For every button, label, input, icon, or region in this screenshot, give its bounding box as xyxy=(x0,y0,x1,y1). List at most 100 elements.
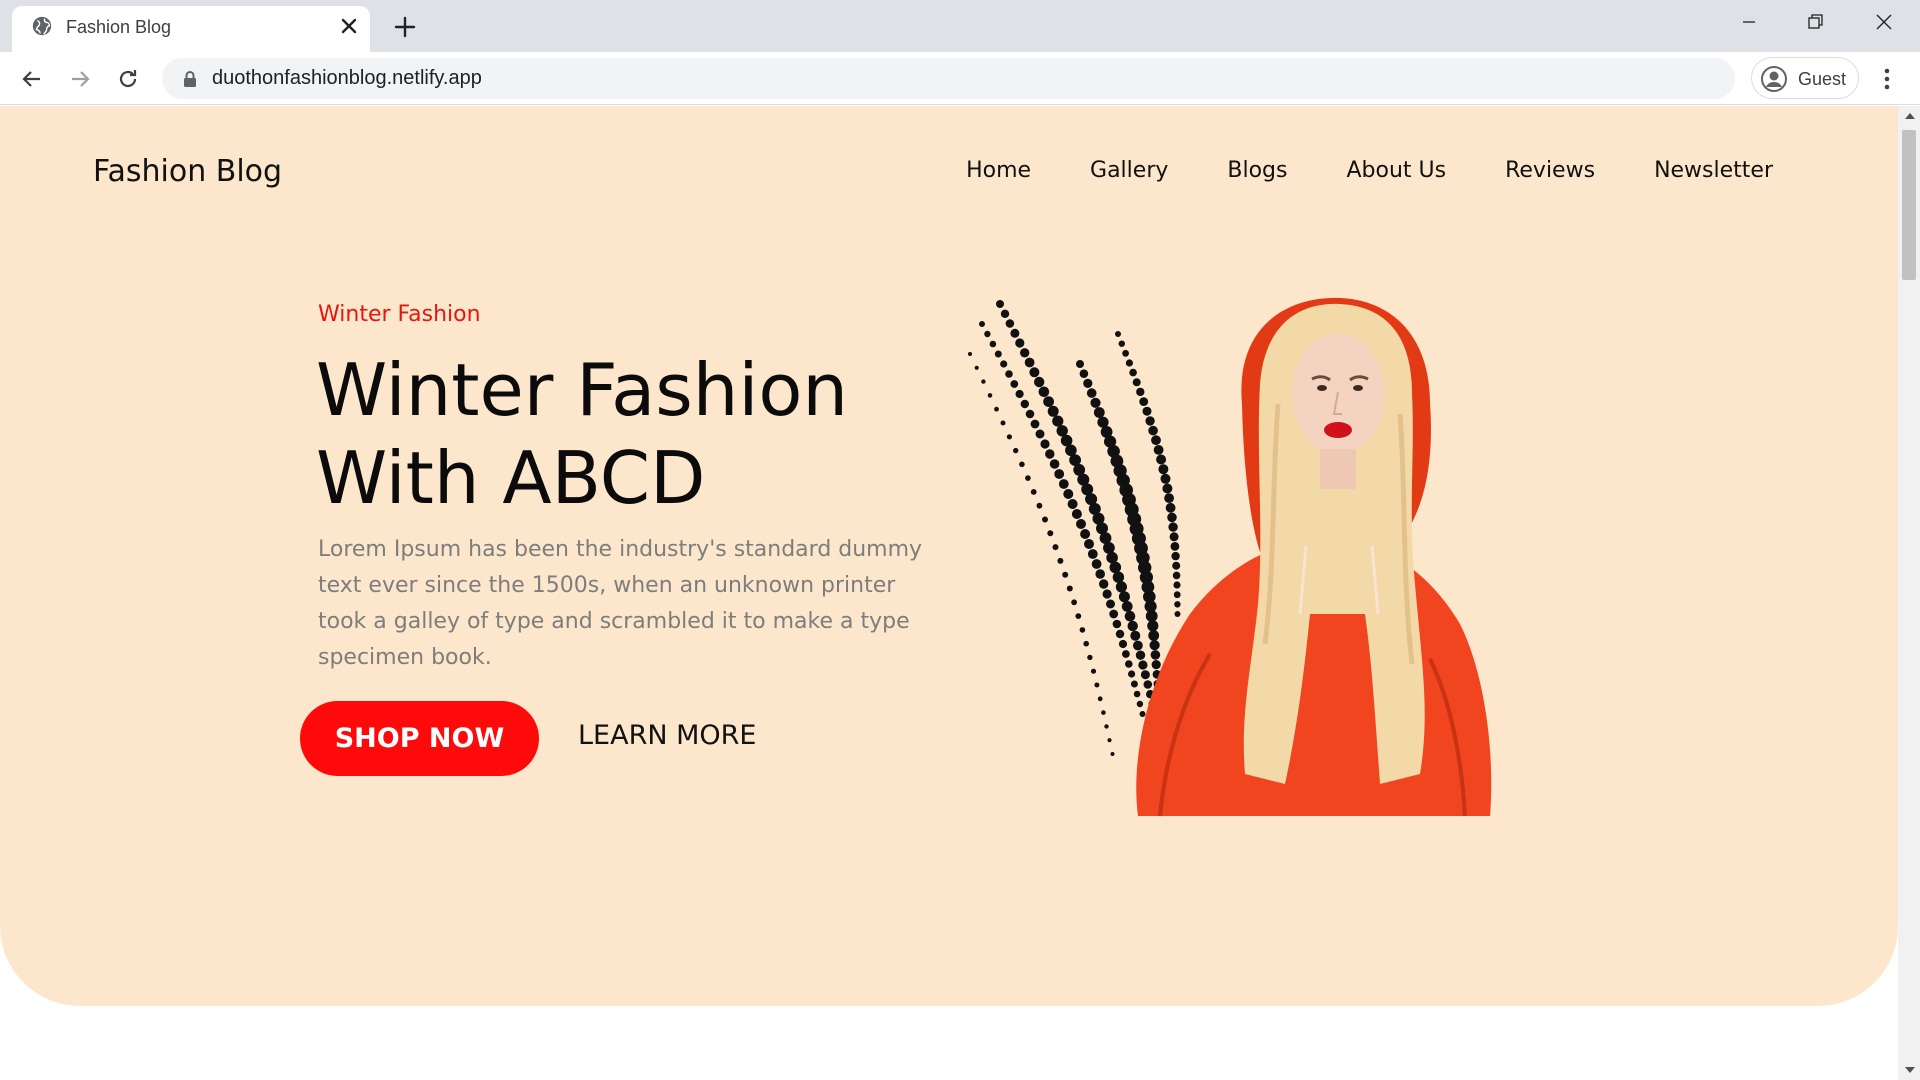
streak-dot xyxy=(1015,389,1024,399)
streak-dot xyxy=(1087,549,1098,559)
profile-label: Guest xyxy=(1798,69,1847,89)
close-icon xyxy=(1876,14,1892,30)
streak-dot xyxy=(1005,319,1015,328)
model-figure xyxy=(1136,297,1492,817)
streak-dot xyxy=(1143,680,1153,689)
streak-dot xyxy=(1040,439,1050,449)
address-bar[interactable]: duothonfashionblog.netlify.app xyxy=(162,58,1735,99)
streak-dot xyxy=(1020,399,1029,409)
streak-dot xyxy=(994,350,1002,358)
streak-dot xyxy=(1151,435,1161,446)
streak-dot xyxy=(1112,619,1122,629)
streak-dot xyxy=(1148,425,1158,436)
streak-dot xyxy=(1090,668,1097,674)
streak-dot xyxy=(1173,591,1181,599)
streak-dot xyxy=(1172,561,1181,570)
streak-dot xyxy=(1147,620,1159,632)
streak-dot xyxy=(1133,690,1141,698)
scroll-down-arrow-icon[interactable] xyxy=(1905,1067,1915,1073)
lock-icon[interactable] xyxy=(182,70,198,88)
plus-icon[interactable] xyxy=(390,12,420,42)
browser-toolbar: duothonfashionblog.netlify.app Guest xyxy=(0,52,1920,105)
nav-about-us[interactable]: About Us xyxy=(1346,158,1446,183)
browser-tab-strip: Fashion Blog xyxy=(0,0,1920,52)
page-scrollbar[interactable] xyxy=(1898,106,1920,1080)
streak-dot xyxy=(1030,489,1037,495)
streak-dot xyxy=(1136,700,1144,708)
streak-dot xyxy=(1029,367,1040,378)
streak-dot xyxy=(1005,370,1013,378)
streak-dot xyxy=(1043,396,1054,407)
streak-dot xyxy=(1115,331,1121,337)
streak-dot xyxy=(1010,328,1020,338)
account-icon xyxy=(1761,66,1787,92)
profile-button[interactable]: Guest xyxy=(1751,57,1859,99)
streak-dot xyxy=(1165,502,1176,513)
nav-home[interactable]: Home xyxy=(966,158,1031,183)
streak-dot xyxy=(1052,415,1064,427)
hero-model-image xyxy=(968,297,1492,817)
streak-dot xyxy=(1109,609,1119,619)
nav-reviews[interactable]: Reviews xyxy=(1505,158,1595,183)
streak-dot xyxy=(1024,357,1035,368)
streak-dot xyxy=(1125,359,1133,367)
streak-dot xyxy=(1084,539,1094,549)
streak-dot xyxy=(1034,376,1045,388)
streak-dot xyxy=(1013,447,1019,454)
streak-dot xyxy=(1138,660,1148,670)
streak-dot xyxy=(1145,416,1155,426)
site-logo[interactable]: Fashion Blog xyxy=(93,154,282,189)
back-button[interactable] xyxy=(18,65,46,93)
learn-more-button[interactable]: LEARN MORE xyxy=(578,720,756,751)
scroll-up-arrow-icon[interactable] xyxy=(1905,113,1915,119)
scroll-thumb[interactable] xyxy=(1902,130,1916,280)
close-window-button[interactable] xyxy=(1862,8,1906,36)
streak-dot xyxy=(1000,420,1006,426)
hero-headline-line2: With ABCD xyxy=(316,436,706,520)
streak-dot xyxy=(1169,532,1179,542)
streak-dot xyxy=(1130,630,1141,641)
streak-dot xyxy=(1086,388,1097,398)
streak-dot xyxy=(1132,378,1141,387)
restore-button[interactable] xyxy=(1794,8,1838,36)
browser-tab-active[interactable]: Fashion Blog xyxy=(12,6,370,52)
close-icon[interactable] xyxy=(337,14,361,38)
dotted-streaks-decoration xyxy=(968,300,1181,756)
streak-dot xyxy=(994,406,999,412)
reload-button[interactable] xyxy=(114,65,142,93)
streak-dot xyxy=(1019,461,1025,468)
streak-dot xyxy=(974,365,979,370)
streak-dot xyxy=(1174,601,1181,608)
streak-dot xyxy=(1130,680,1138,688)
url-text[interactable]: duothonfashionblog.netlify.app xyxy=(212,67,482,90)
streak-dot xyxy=(1025,475,1031,481)
streak-dot xyxy=(1099,579,1109,589)
hero-eyebrow: Winter Fashion xyxy=(318,302,481,327)
streak-dot xyxy=(1102,589,1112,599)
nav-blogs[interactable]: Blogs xyxy=(1227,158,1287,183)
streak-dot xyxy=(1172,571,1181,580)
streak-dot xyxy=(1076,519,1086,529)
streak-dot xyxy=(1038,386,1050,398)
streak-dot xyxy=(1036,502,1043,509)
streak-dot xyxy=(1015,338,1025,348)
hero-description: Lorem Ipsum has been the industry's stan… xyxy=(318,537,923,670)
hero-section: Fashion Blog Home Gallery Blogs About Us… xyxy=(0,106,1898,1006)
streak-dot xyxy=(1042,516,1048,523)
streak-dot xyxy=(1115,629,1125,639)
nav-newsletter[interactable]: Newsletter xyxy=(1654,158,1773,183)
streak-dot xyxy=(1095,569,1105,579)
kebab-menu-icon[interactable] xyxy=(1875,64,1899,94)
streak-dot xyxy=(1067,499,1078,509)
streak-dot xyxy=(1118,591,1130,603)
forward-button[interactable] xyxy=(66,65,94,93)
streak-dot xyxy=(1083,378,1093,388)
streak-dot xyxy=(1140,670,1150,680)
shop-now-button[interactable]: SHOP NOW xyxy=(300,701,539,776)
streak-dot xyxy=(1079,627,1086,633)
streak-dot xyxy=(1071,509,1082,519)
streak-dot xyxy=(1122,349,1129,357)
minimize-button[interactable] xyxy=(1727,8,1771,36)
nav-gallery[interactable]: Gallery xyxy=(1090,158,1168,183)
streak-dot xyxy=(1010,380,1019,388)
